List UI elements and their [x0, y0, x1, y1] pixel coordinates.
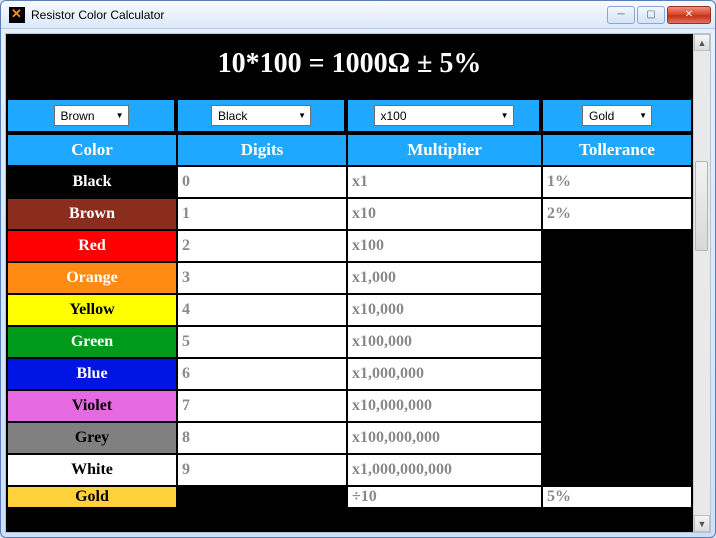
result-display: 10*100 = 1000Ω ± 5%: [6, 34, 693, 98]
band-selectors: Brown Black x100 Gold: [6, 98, 693, 133]
digit-cell: 4: [177, 294, 347, 326]
color-cell: Blue: [7, 358, 177, 390]
multiplier-cell: ÷10: [347, 486, 542, 508]
digit-cell: 3: [177, 262, 347, 294]
band1-cell: Brown: [6, 98, 176, 133]
multiplier-cell: x10: [347, 198, 542, 230]
tolerance-cell: 2%: [542, 198, 692, 230]
tolerance-select[interactable]: Gold: [582, 105, 652, 126]
scroll-thumb[interactable]: [695, 161, 708, 251]
app-icon: [9, 7, 25, 23]
window-controls: ─ ▢ ✕: [607, 6, 711, 24]
color-cell: Black: [7, 166, 177, 198]
table-row: Yellow4x10,000: [7, 294, 692, 326]
color-cell: Violet: [7, 390, 177, 422]
header-digits: Digits: [177, 134, 347, 166]
tolerance-cell: 5%: [542, 486, 692, 508]
multiplier-value: x100: [381, 109, 407, 123]
color-cell: Grey: [7, 422, 177, 454]
maximize-button[interactable]: ▢: [637, 6, 665, 24]
table-row: Blue6x1,000,000: [7, 358, 692, 390]
table-row: Red2x100: [7, 230, 692, 262]
client-area: 10*100 = 1000Ω ± 5% Brown Black x100 Gol…: [5, 33, 711, 533]
multiplier-select[interactable]: x100: [374, 105, 514, 126]
table-row: Violet7x10,000,000: [7, 390, 692, 422]
multiplier-cell: x100,000: [347, 326, 542, 358]
color-cell: Yellow: [7, 294, 177, 326]
tolerance-cell: [542, 358, 692, 390]
window-title: Resistor Color Calculator: [31, 8, 164, 22]
digit-cell: 8: [177, 422, 347, 454]
titlebar: Resistor Color Calculator ─ ▢ ✕: [1, 1, 715, 29]
table-row: Gold ÷105%: [7, 486, 692, 508]
close-button[interactable]: ✕: [667, 6, 711, 24]
band2-value: Black: [218, 109, 247, 123]
table-row: Orange3x1,000: [7, 262, 692, 294]
color-cell: Green: [7, 326, 177, 358]
multiplier-cell: x100: [347, 230, 542, 262]
minimize-button[interactable]: ─: [607, 6, 635, 24]
tolerance-cell: [542, 422, 692, 454]
tolerance-cell: [542, 390, 692, 422]
digit-cell: 5: [177, 326, 347, 358]
scroll-down-arrow[interactable]: ▼: [694, 515, 710, 532]
color-cell: Orange: [7, 262, 177, 294]
band2-cell: Black: [176, 98, 346, 133]
tolerance-cell: Gold: [541, 98, 693, 133]
tolerance-cell: [542, 454, 692, 486]
color-table: Color Digits Multiplier Tollerance Black…: [6, 133, 693, 509]
tolerance-value: Gold: [589, 109, 614, 123]
digit-cell: 1: [177, 198, 347, 230]
scroll-up-arrow[interactable]: ▲: [694, 34, 710, 51]
table-row: Grey8x100,000,000: [7, 422, 692, 454]
content-pane: 10*100 = 1000Ω ± 5% Brown Black x100 Gol…: [6, 34, 693, 532]
table-row: Black0x11%: [7, 166, 692, 198]
vertical-scrollbar[interactable]: ▲ ▼: [693, 34, 710, 532]
table-header-row: Color Digits Multiplier Tollerance: [7, 134, 692, 166]
multiplier-cell: x1,000,000,000: [347, 454, 542, 486]
color-cell: White: [7, 454, 177, 486]
color-cell: Brown: [7, 198, 177, 230]
color-cell: Gold: [7, 486, 177, 508]
multiplier-cell: x10,000,000: [347, 390, 542, 422]
scroll-track[interactable]: [694, 51, 710, 515]
digit-cell: 6: [177, 358, 347, 390]
header-tolerance: Tollerance: [542, 134, 692, 166]
header-multiplier: Multiplier: [347, 134, 542, 166]
header-color: Color: [7, 134, 177, 166]
digit-cell: 7: [177, 390, 347, 422]
table-row: Brown1x102%: [7, 198, 692, 230]
tolerance-cell: 1%: [542, 166, 692, 198]
tolerance-cell: [542, 294, 692, 326]
multiplier-cell: x100: [346, 98, 541, 133]
multiplier-cell: x1,000: [347, 262, 542, 294]
multiplier-cell: x1,000,000: [347, 358, 542, 390]
table-row: White9x1,000,000,000: [7, 454, 692, 486]
multiplier-cell: x1: [347, 166, 542, 198]
band1-select[interactable]: Brown: [54, 105, 129, 126]
digit-cell: 9: [177, 454, 347, 486]
tolerance-cell: [542, 262, 692, 294]
color-cell: Red: [7, 230, 177, 262]
digit-cell: 2: [177, 230, 347, 262]
tolerance-cell: [542, 326, 692, 358]
digit-cell: 0: [177, 166, 347, 198]
multiplier-cell: x100,000,000: [347, 422, 542, 454]
digit-cell: [177, 486, 347, 508]
tolerance-cell: [542, 230, 692, 262]
app-window: Resistor Color Calculator ─ ▢ ✕ 10*100 =…: [0, 0, 716, 538]
multiplier-cell: x10,000: [347, 294, 542, 326]
band2-select[interactable]: Black: [211, 105, 311, 126]
band1-value: Brown: [61, 109, 95, 123]
table-row: Green5x100,000: [7, 326, 692, 358]
